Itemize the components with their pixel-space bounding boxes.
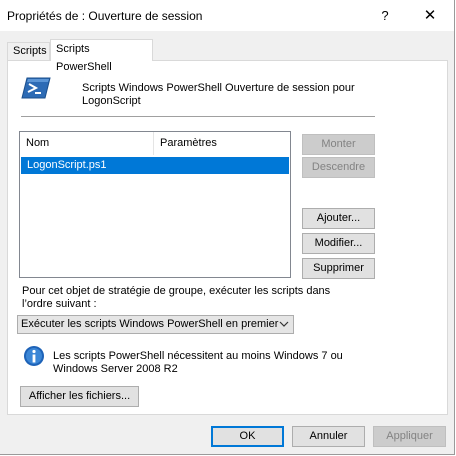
list-item-name: LogonScript.ps1	[27, 159, 107, 171]
apply-button[interactable]: Appliquer	[373, 426, 446, 447]
order-select[interactable]: Exécuter les scripts Windows PowerShell …	[17, 315, 294, 334]
edit-button[interactable]: Modifier...	[302, 233, 375, 254]
info-icon	[23, 346, 44, 366]
show-files-button[interactable]: Afficher les fichiers...	[20, 386, 139, 407]
window-title: Propriétés de : Ouverture de session	[7, 9, 203, 23]
title-bar: Propriétés de : Ouverture de session ? ✕	[0, 0, 454, 31]
scripts-list[interactable]: Nom Paramètres LogonScript.ps1	[19, 131, 291, 278]
help-button[interactable]: ?	[377, 6, 393, 26]
ok-button[interactable]: OK	[211, 426, 284, 447]
column-header-nom[interactable]: Nom	[20, 132, 154, 155]
powershell-icon	[21, 77, 51, 99]
list-item[interactable]: LogonScript.ps1	[21, 157, 289, 174]
close-button[interactable]: ✕	[420, 6, 440, 26]
cancel-button[interactable]: Annuler	[292, 426, 365, 447]
properties-dialog: Propriétés de : Ouverture de session ? ✕…	[0, 0, 455, 455]
order-label: Pour cet objet de stratégie de groupe, e…	[22, 285, 331, 310]
tab-scripts[interactable]: Scripts	[7, 42, 50, 60]
chevron-down-icon	[279, 321, 289, 327]
tab-powershell-scripts[interactable]: Scripts PowerShell	[50, 39, 153, 73]
add-button[interactable]: Ajouter...	[302, 208, 375, 229]
move-down-button[interactable]: Descendre	[302, 157, 375, 178]
column-header-parametres[interactable]: Paramètres	[154, 132, 290, 155]
script-description: Scripts Windows PowerShell Ouverture de …	[82, 82, 355, 107]
move-up-button[interactable]: Monter	[302, 134, 375, 155]
separator	[21, 116, 375, 117]
order-select-value: Exécuter les scripts Windows PowerShell …	[21, 318, 279, 330]
info-text: Les scripts PowerShell nécessitent au mo…	[53, 350, 343, 375]
delete-button[interactable]: Supprimer	[302, 258, 375, 279]
